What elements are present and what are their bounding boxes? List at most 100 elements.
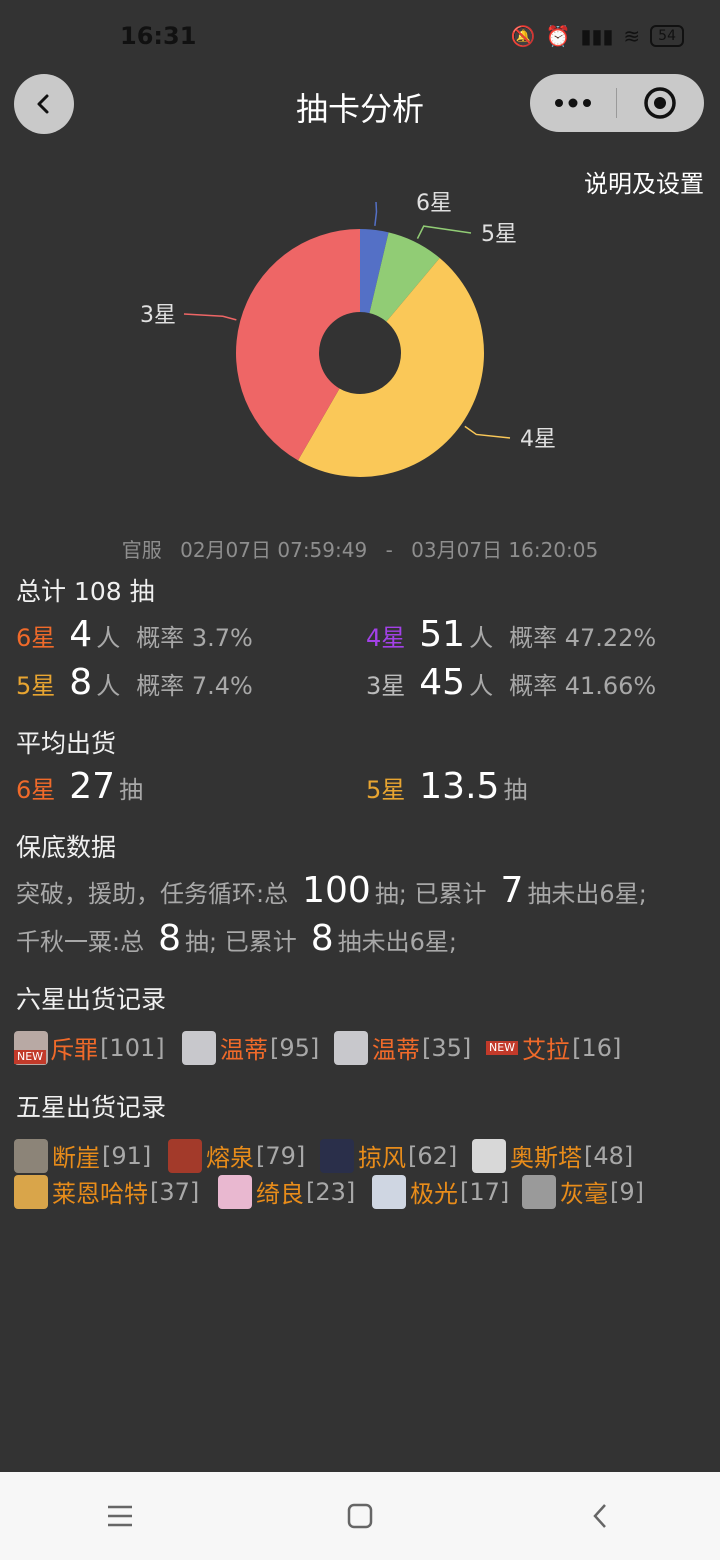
avg-6star-unit: 抽 bbox=[119, 776, 144, 804]
six-record-3: 温蒂 [35] bbox=[334, 1030, 471, 1065]
stat-3star-unit: 人 bbox=[469, 672, 494, 700]
total-heading: 总计 108 抽 bbox=[16, 577, 155, 606]
stat-4star-rate: 概率 47.22% bbox=[509, 624, 657, 652]
capsule-menu bbox=[530, 74, 704, 132]
stat-3star-label: 3星 bbox=[366, 672, 406, 700]
record-name: 奥斯塔 bbox=[510, 1144, 582, 1172]
avg-5star-label: 5星 bbox=[366, 776, 406, 804]
home-icon bbox=[347, 1503, 373, 1529]
pity1-post: 抽未出6星; bbox=[527, 880, 647, 908]
menu-icon bbox=[108, 1505, 132, 1527]
six-record-4: NEW 艾拉 [16] bbox=[486, 1030, 621, 1065]
target-icon bbox=[644, 87, 676, 119]
new-tag: NEW bbox=[486, 1040, 519, 1055]
record-name: 断崖 bbox=[52, 1144, 100, 1172]
avg-6star-label: 6星 bbox=[16, 776, 56, 804]
system-back-button[interactable] bbox=[560, 1486, 640, 1546]
stat-5star-rate: 概率 7.4% bbox=[136, 672, 253, 700]
record-name: 温蒂 bbox=[220, 1036, 268, 1064]
signal-icon: ▮▮▮ bbox=[580, 24, 614, 48]
pie-label-6星: 6星 bbox=[416, 191, 452, 216]
stat-4star-unit: 人 bbox=[469, 624, 494, 652]
avatar bbox=[14, 1174, 48, 1209]
stat-5star-count: 8 bbox=[69, 662, 93, 703]
record-count: [16] bbox=[572, 1033, 622, 1062]
record-name: 温蒂 bbox=[372, 1036, 420, 1064]
stat-4star-count: 51 bbox=[419, 614, 466, 655]
date-range: 官服 02月07日 07:59:49 - 03月07日 16:20:05 bbox=[0, 534, 720, 563]
status-icons: 🔕 ⏰ ▮▮▮ ≋ 54 bbox=[511, 24, 684, 48]
recents-button[interactable] bbox=[80, 1486, 160, 1546]
pity2-post: 抽未出6星; bbox=[337, 928, 457, 956]
record-count: [95] bbox=[270, 1033, 320, 1062]
record-name: 极光 bbox=[410, 1180, 458, 1208]
new-tag: NEW bbox=[14, 1049, 47, 1064]
five-record-5: 莱恩哈特 [37] bbox=[14, 1174, 199, 1209]
six-record-2: 温蒂 [95] bbox=[182, 1030, 319, 1065]
pity1-acc: 7 bbox=[500, 870, 524, 911]
avg-5star-value: 13.5 bbox=[419, 766, 500, 807]
five-record-7: 极光 [17] bbox=[372, 1174, 509, 1209]
pity-line-limited: 千秋一粟:总 8 抽; 已累计 8 抽未出6星; bbox=[16, 918, 457, 959]
pity1-mid: 抽; 已累计 bbox=[374, 880, 487, 908]
avg-heading: 平均出货 bbox=[16, 729, 117, 758]
pie-label-4星: 4星 bbox=[520, 427, 556, 452]
five-record-2: 熔泉 [79] bbox=[168, 1138, 305, 1173]
five-record-8: 灰毫 [9] bbox=[522, 1174, 644, 1209]
stat-5star: 5星 8 人 概率 7.4% bbox=[16, 662, 253, 703]
record-name: 掠风 bbox=[358, 1144, 406, 1172]
avg-6star-value: 27 bbox=[69, 766, 116, 807]
avatar bbox=[218, 1174, 252, 1209]
record-count: [23] bbox=[306, 1177, 356, 1206]
record-name: 熔泉 bbox=[206, 1144, 254, 1172]
pie-leader-6星 bbox=[374, 201, 378, 226]
settings-link[interactable]: 说明及设置 bbox=[584, 164, 704, 199]
home-button[interactable] bbox=[320, 1486, 400, 1546]
pity2-mid: 抽; 已累计 bbox=[185, 928, 297, 956]
alarm-icon: ⏰ bbox=[545, 24, 571, 48]
range-end: 03月07日 16:20:05 bbox=[411, 538, 599, 562]
battery-indicator: 54 bbox=[650, 25, 684, 47]
record-count: [91] bbox=[102, 1141, 152, 1170]
stat-4star-label: 4星 bbox=[366, 624, 406, 652]
record-count: [35] bbox=[422, 1033, 472, 1062]
range-dash: - bbox=[385, 538, 393, 562]
system-nav-bar bbox=[0, 1472, 720, 1560]
status-time: 16:31 bbox=[120, 22, 197, 50]
stat-4star: 4星 51 人 概率 47.22% bbox=[366, 614, 656, 655]
mute-icon: 🔕 bbox=[510, 24, 536, 48]
pie-leader-4星 bbox=[464, 425, 511, 439]
stat-6star: 6星 4 人 概率 3.7% bbox=[16, 614, 253, 655]
five-records-heading: 五星出货记录 bbox=[16, 1093, 167, 1122]
close-miniprogram-button[interactable] bbox=[617, 74, 703, 132]
stat-6star-unit: 人 bbox=[96, 624, 121, 652]
avatar bbox=[372, 1174, 406, 1209]
stat-3star: 3星 45 人 概率 41.66% bbox=[366, 662, 656, 703]
record-count: [37] bbox=[150, 1177, 200, 1206]
record-count: [62] bbox=[408, 1141, 458, 1170]
avatar bbox=[182, 1030, 216, 1065]
pie-chart: 6星 5星 4星 3星 bbox=[140, 191, 556, 477]
avatar bbox=[522, 1174, 556, 1209]
nav-back-icon bbox=[593, 1504, 606, 1528]
avatar bbox=[472, 1138, 506, 1173]
record-count: [79] bbox=[256, 1141, 306, 1170]
record-name: 灰毫 bbox=[560, 1180, 608, 1208]
pity-line-standard: 突破，援助，任务循环:总 100 抽; 已累计 7 抽未出6星; bbox=[16, 870, 647, 911]
range-start: 02月07日 07:59:49 bbox=[180, 538, 368, 562]
five-record-3: 掠风 [62] bbox=[320, 1138, 457, 1173]
more-button[interactable] bbox=[530, 74, 616, 132]
avg-5star: 5星 13.5 抽 bbox=[366, 766, 527, 807]
record-count: [9] bbox=[610, 1177, 644, 1206]
record-name: 斥罪 bbox=[50, 1036, 99, 1064]
pie-leader-5星 bbox=[416, 225, 472, 239]
pity2-pre: 千秋一粟:总 bbox=[16, 928, 145, 956]
five-record-1: 断崖 [91] bbox=[14, 1138, 151, 1173]
pity1-total: 100 bbox=[302, 870, 371, 911]
stat-3star-count: 45 bbox=[419, 662, 466, 703]
six-record-1: NEW 斥罪 [101] bbox=[14, 1030, 165, 1065]
avg-5star-unit: 抽 bbox=[503, 776, 528, 804]
stat-6star-count: 4 bbox=[69, 614, 93, 655]
pie-label-3星: 3星 bbox=[140, 303, 176, 328]
record-name: 艾拉 bbox=[522, 1036, 571, 1064]
